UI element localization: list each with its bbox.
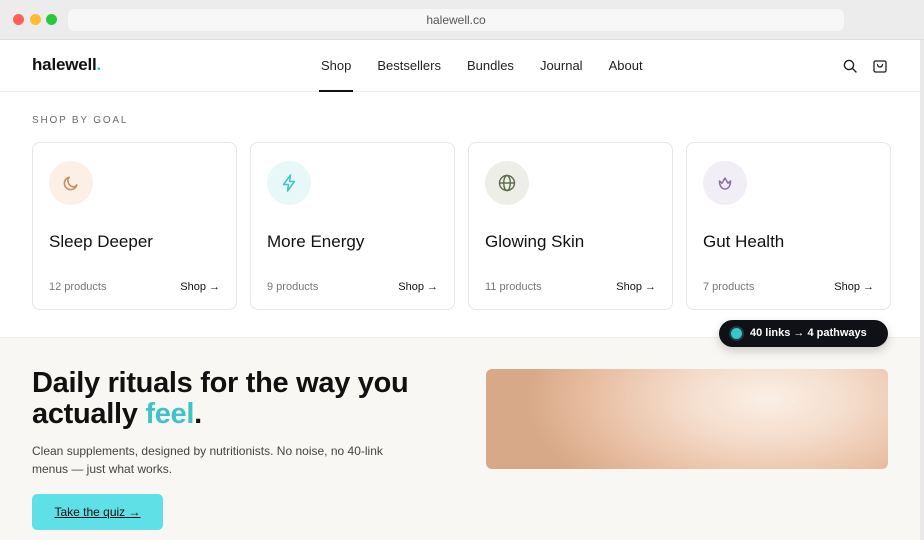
card-count: 12 products: [49, 281, 107, 293]
bolt-icon: [267, 161, 311, 205]
goal-card-sleep[interactable]: Sleep Deeper 12 products Shop →: [32, 142, 237, 310]
nav-bundles[interactable]: Bundles: [454, 40, 527, 92]
nav-journal[interactable]: Journal: [527, 40, 596, 92]
card-shop-link[interactable]: Shop →: [180, 281, 220, 293]
hero-section: Daily rituals for the way you actually f…: [0, 338, 920, 540]
nav-about[interactable]: About: [596, 40, 656, 92]
browser-chrome: halewell.co: [0, 0, 924, 40]
hero-title-accent: feel: [145, 398, 195, 430]
globe-icon: [485, 161, 529, 205]
scrollbar[interactable]: [920, 40, 924, 540]
site-logo[interactable]: halewell.: [32, 55, 101, 75]
hero-image: [486, 369, 888, 469]
address-bar[interactable]: halewell.co: [68, 9, 844, 31]
moon-icon: [49, 161, 93, 205]
cart-icon[interactable]: [872, 58, 888, 74]
page: halewell. Shop Bestsellers Bundles Journ…: [0, 40, 920, 540]
logo-text: halewell: [32, 55, 97, 74]
goal-card-gut[interactable]: Gut Health 7 products Shop →: [686, 142, 891, 310]
hero-title-text: Daily rituals for the way you actually: [32, 367, 409, 430]
card-count: 11 products: [485, 281, 542, 293]
card-count: 9 products: [267, 281, 319, 293]
card-title: Sleep Deeper: [49, 232, 153, 251]
logo-dot: .: [96, 55, 102, 74]
nav-shop[interactable]: Shop: [308, 40, 364, 92]
minimize-window-button[interactable]: [30, 14, 41, 25]
close-window-button[interactable]: [13, 14, 24, 25]
site-header: halewell. Shop Bestsellers Bundles Journ…: [0, 40, 920, 92]
maximize-window-button[interactable]: [46, 14, 57, 25]
hero-title-period: .: [194, 398, 202, 430]
nav-bestsellers[interactable]: Bestsellers: [364, 40, 454, 92]
hero-description: Clean supplements, designed by nutrition…: [32, 444, 383, 476]
goal-cards: Sleep Deeper 12 products Shop → More Ene…: [32, 142, 891, 310]
take-quiz-button[interactable]: Take the quiz →: [32, 494, 163, 530]
card-shop-link[interactable]: Shop →: [616, 281, 656, 293]
section-label: SHOP BY GOAL: [32, 115, 129, 126]
goal-card-skin[interactable]: Glowing Skin 11 products Shop →: [468, 142, 673, 310]
toast-text: 40 links → 4 pathways: [750, 327, 867, 339]
card-count: 7 products: [703, 281, 755, 293]
tulip-icon: [703, 161, 747, 205]
card-title: Gut Health: [703, 232, 785, 251]
pathways-toast: 40 links → 4 pathways: [719, 320, 888, 347]
status-dot-icon: [731, 328, 742, 339]
goal-card-energy[interactable]: More Energy 9 products Shop →: [250, 142, 455, 310]
card-title: Glowing Skin: [485, 232, 585, 251]
search-icon[interactable]: [842, 58, 858, 74]
card-shop-link[interactable]: Shop →: [398, 281, 438, 293]
hero-title: Daily rituals for the way you actually f…: [32, 368, 432, 430]
card-shop-link[interactable]: Shop →: [834, 281, 874, 293]
card-title: More Energy: [267, 232, 365, 251]
main-nav: Shop Bestsellers Bundles Journal About: [308, 40, 656, 92]
